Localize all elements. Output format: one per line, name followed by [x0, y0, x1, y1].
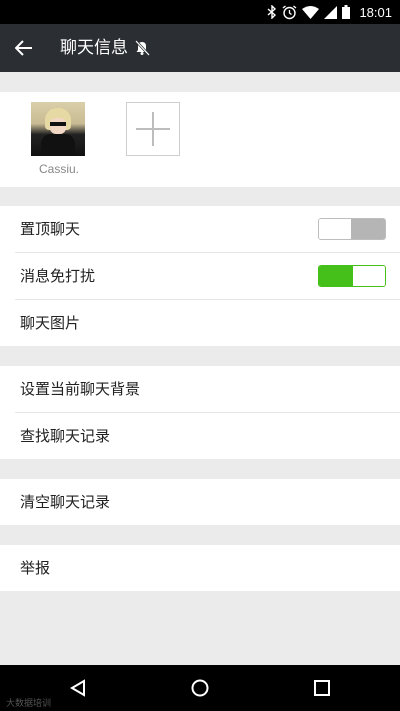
- nav-home-button[interactable]: [188, 676, 212, 700]
- report-label: 举报: [20, 559, 51, 577]
- clear-history-label: 清空聊天记录: [20, 493, 111, 511]
- search-history-row[interactable]: 查找聊天记录: [15, 413, 400, 459]
- alarm-icon: [283, 4, 297, 19]
- back-arrow-icon: [15, 40, 32, 56]
- watermark: 大数据培训: [6, 699, 52, 709]
- back-button[interactable]: [8, 32, 40, 64]
- page-title: 聊天信息: [60, 38, 128, 58]
- home-circle-icon: [191, 679, 209, 697]
- chat-images-row[interactable]: 聊天图片: [15, 300, 400, 346]
- wifi-icon: [302, 5, 320, 19]
- navigation-bar: 大数据培训: [0, 665, 400, 711]
- nav-recents-button[interactable]: [310, 676, 334, 700]
- member-name: Cassiu.: [38, 162, 79, 176]
- back-triangle-icon: [70, 679, 85, 697]
- mute-notifications-label: 消息免打扰: [20, 267, 96, 285]
- settings-group-2: 设置当前聊天背景 查找聊天记录: [0, 366, 400, 459]
- app-bar: 聊天信息: [0, 24, 400, 72]
- status-time: 18:01: [359, 4, 392, 20]
- mute-notifications-row[interactable]: 消息免打扰: [15, 253, 400, 300]
- clear-history-row[interactable]: 清空聊天记录: [15, 479, 400, 525]
- pin-chat-row[interactable]: 置顶聊天: [15, 206, 400, 253]
- add-member-button[interactable]: [126, 102, 180, 156]
- status-icons: 18:01: [267, 0, 392, 24]
- signal-icon: [324, 5, 338, 19]
- nav-back-button[interactable]: [66, 676, 90, 700]
- mute-notifications-toggle[interactable]: [318, 265, 386, 287]
- avatar[interactable]: [31, 102, 85, 156]
- search-history-label: 查找聊天记录: [20, 427, 111, 445]
- settings-group-3: 清空聊天记录: [0, 479, 400, 525]
- pin-chat-label: 置顶聊天: [20, 220, 81, 238]
- recents-square-icon: [314, 680, 330, 696]
- battery-icon: [342, 5, 351, 19]
- chat-background-row[interactable]: 设置当前聊天背景: [15, 366, 400, 413]
- chat-images-label: 聊天图片: [20, 314, 81, 332]
- bluetooth-icon: [267, 5, 277, 19]
- mute-bell-icon: [135, 40, 150, 56]
- status-bar: 18:01: [0, 0, 400, 24]
- settings-group-4: 举报: [0, 545, 400, 591]
- pin-chat-toggle[interactable]: [318, 218, 386, 240]
- report-row[interactable]: 举报: [15, 545, 400, 591]
- page-title-wrap: 聊天信息: [60, 24, 150, 72]
- settings-group-1: 置顶聊天 消息免打扰 聊天图片: [0, 206, 400, 346]
- member-item[interactable]: Cassiu.: [31, 102, 87, 176]
- chat-background-label: 设置当前聊天背景: [20, 380, 141, 398]
- members-section: Cassiu.: [0, 92, 400, 187]
